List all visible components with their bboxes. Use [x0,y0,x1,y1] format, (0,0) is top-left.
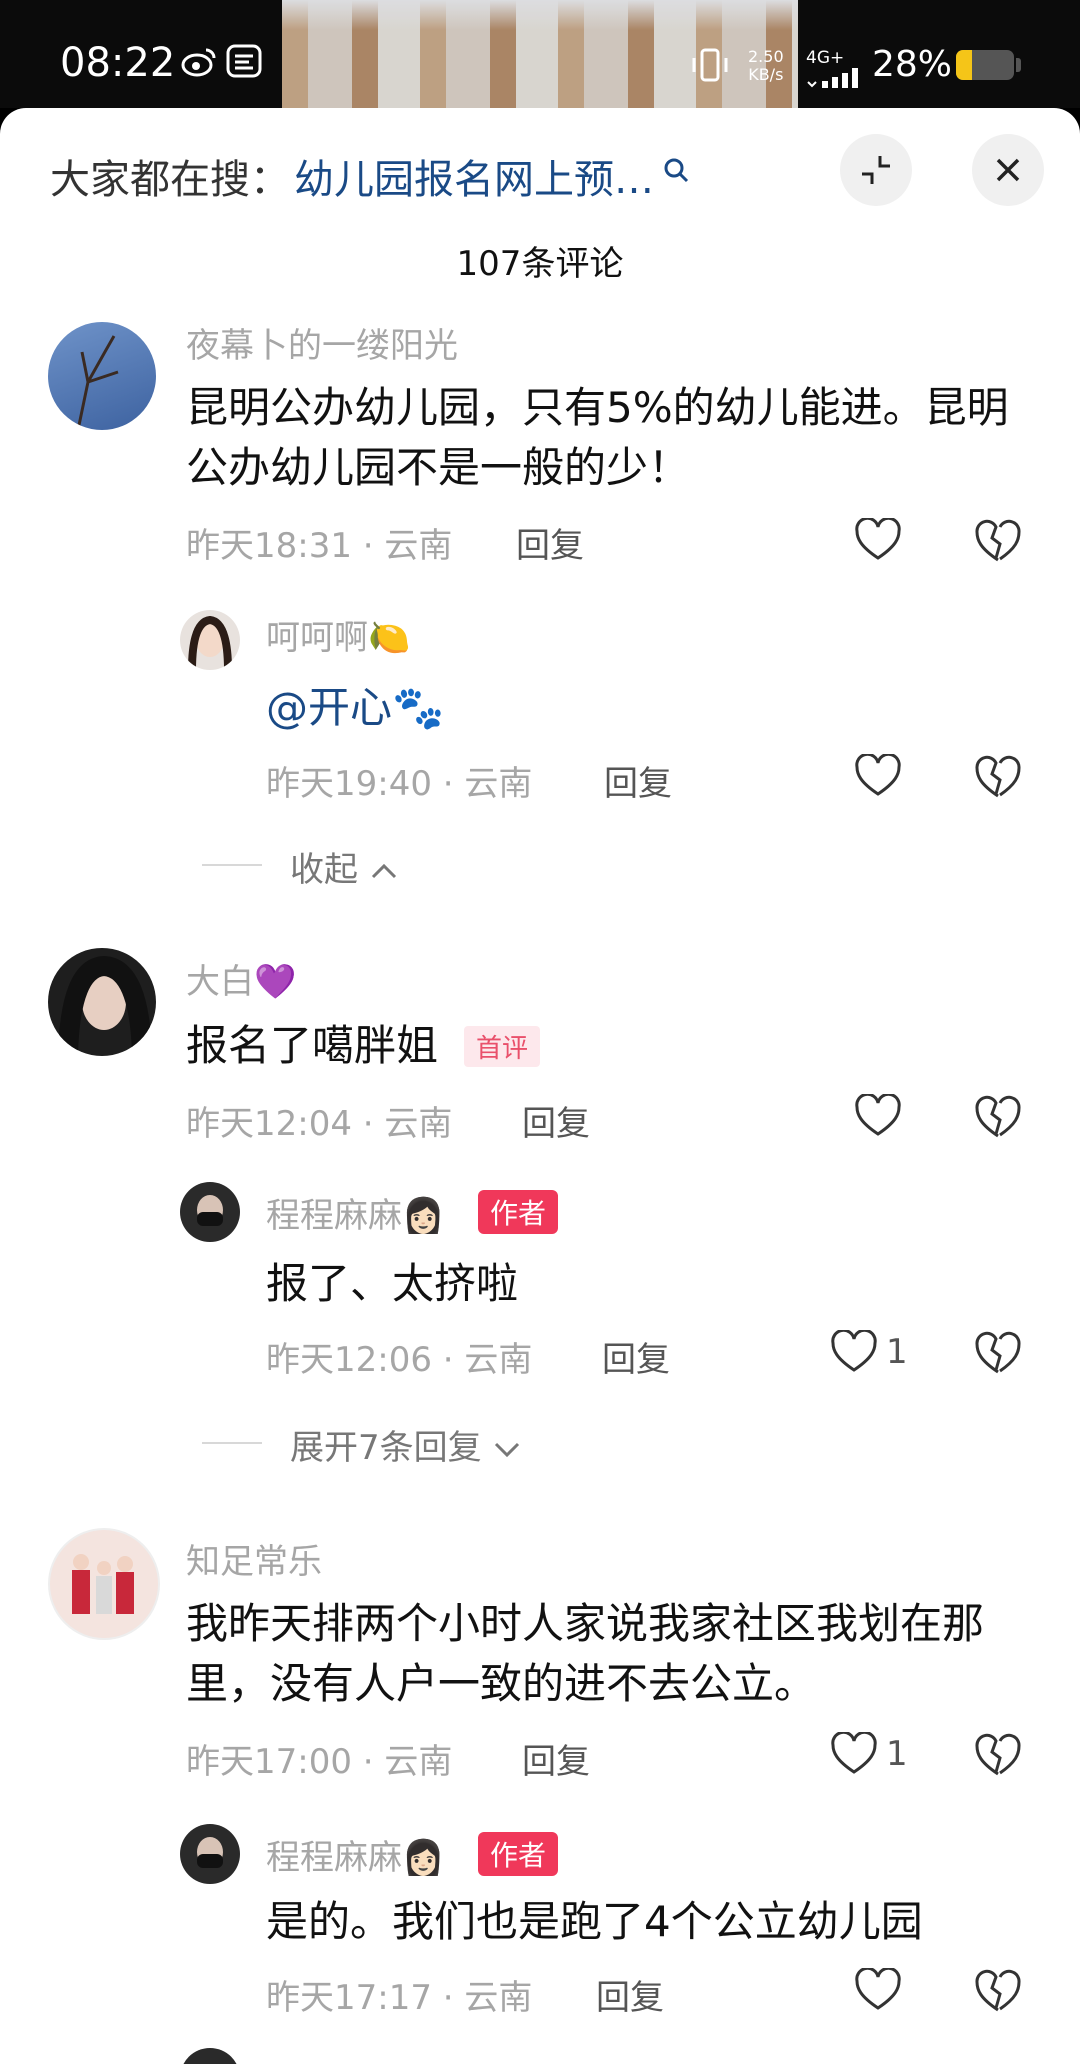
comment-text: 昆明公办幼儿园，只有5%的幼儿能进。昆明公办幼儿园不是一般的少！ [186,383,1009,492]
divider-line [202,1442,262,1444]
weibo-icon [180,44,218,78]
author-badge: 作者 [478,1832,559,1876]
network-type: 4G+ [806,48,845,68]
chevron-down-icon [495,1442,520,1458]
status-bar: 08:22 2.50 KB/s 4G+ 28% [0,0,1080,108]
comment-count: 107条评论 [456,244,624,284]
heart-icon[interactable] [854,1094,902,1138]
minimize-button[interactable] [840,134,912,206]
mention-link[interactable]: @开心🐾 [266,683,444,732]
broken-heart-icon[interactable] [974,1732,1022,1778]
heart-icon[interactable] [854,518,902,562]
battery-icon [956,50,1014,80]
avatar[interactable] [180,1182,240,1242]
reply-username[interactable]: 程程麻麻👩🏻 [266,1188,444,1237]
avatar[interactable] [48,1528,160,1640]
comment-time-location: 昨天12:04 · 云南 [186,1104,453,1144]
divider-line [202,864,262,866]
reply-time-location: 昨天12:06 · 云南 [266,1340,533,1380]
comment-username[interactable]: 知足常乐 [186,1534,322,1583]
reply-button[interactable]: 回复 [522,1734,590,1783]
trending-search-prefix: 大家都在搜： [50,157,290,203]
close-icon [996,158,1020,182]
trending-search-query[interactable]: 幼儿园报名网上预… [294,147,654,205]
like-count: 1 [886,1734,908,1774]
reply-time-location: 昨天17:17 · 云南 [266,1978,533,2018]
app-notification-icon [226,44,264,78]
reply-button[interactable]: 回复 [602,1332,670,1381]
net-speed: 2.50 KB/s [748,48,784,84]
broken-heart-icon[interactable] [974,754,1022,800]
reply-time-location: 昨天19:40 · 云南 [266,764,533,804]
comment-username[interactable]: 夜幕卜的一缕阳光 [186,318,458,367]
net-speed-value: 2.50 [748,47,784,66]
like-count: 1 [886,1332,908,1372]
comments-sheet: 大家都在搜： 幼儿园报名网上预… 107条评论 夜幕卜的一缕阳光 昆明公办幼儿园… [0,108,1080,2064]
reply-username[interactable]: 呵呵啊🍋 [266,610,410,659]
comment-text: 我昨天排两个小时人家说我家社区我划在那里，没有人户一致的进不去公立。 [186,1599,985,1708]
reply-text: 是的。我们也是跑了4个公立幼儿园 [266,1897,923,1946]
close-button[interactable] [972,134,1044,206]
reply-text: 报了、太挤啦 [266,1259,519,1308]
broken-heart-icon[interactable] [974,1330,1022,1376]
avatar[interactable] [180,610,240,670]
avatar[interactable] [48,948,156,1056]
avatar[interactable] [48,322,156,430]
comment-time-location: 昨天18:31 · 云南 [186,526,453,566]
collapse-label: 收起 [290,850,358,890]
vibrate-icon [690,48,730,86]
net-speed-unit: KB/s [748,65,784,84]
reply-button[interactable]: 回复 [604,756,672,805]
heart-icon[interactable] [854,754,902,798]
clock: 08:22 [60,40,176,86]
reply-button[interactable]: 回复 [522,1096,590,1145]
broken-heart-icon[interactable] [974,1094,1022,1140]
broken-heart-icon[interactable] [974,518,1022,564]
battery-percent: 28% [872,44,953,85]
trending-search[interactable]: 大家都在搜： 幼儿园报名网上预… [50,146,690,206]
collapse-replies-button[interactable]: 收起 [290,842,399,891]
chevron-up-icon [371,863,396,879]
collapse-arrows-icon [862,156,890,184]
reply-username[interactable]: 程程麻麻👩🏻 [266,1830,444,1879]
expand-replies-button[interactable]: 展开7条回复 [290,1420,522,1469]
signal-bars-icon [807,68,858,88]
battery-tip [1016,58,1021,72]
reply-text: @开心🐾 [266,678,444,738]
first-comment-badge: 首评 [464,1026,541,1067]
comment-time-location: 昨天17:00 · 云南 [186,1742,453,1782]
comment-username[interactable]: 大白💜 [186,954,296,1003]
expand-label: 展开7条回复 [290,1428,482,1468]
comment-text: 报名了噶胖姐 [186,1021,439,1070]
heart-icon[interactable] [854,1968,902,2012]
avatar[interactable] [180,2048,240,2064]
reply-button[interactable]: 回复 [516,518,584,567]
broken-heart-icon[interactable] [974,1968,1022,2014]
signal-indicator: 4G+ [806,48,862,93]
heart-icon[interactable] [830,1732,878,1776]
search-icon[interactable] [662,156,690,184]
reply-button[interactable]: 回复 [596,1970,664,2019]
heart-icon[interactable] [830,1330,878,1374]
author-badge: 作者 [478,1190,559,1234]
avatar[interactable] [180,1824,240,1884]
